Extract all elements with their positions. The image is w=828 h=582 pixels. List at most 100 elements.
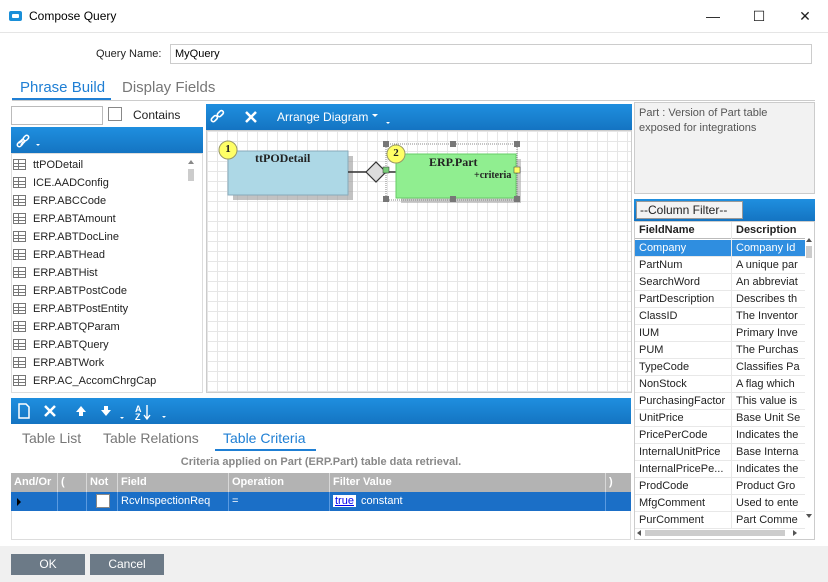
tab-display-fields[interactable]: Display Fields xyxy=(122,79,215,96)
fields-grid-row[interactable]: InternalPricePe... Indicates the xyxy=(635,461,805,478)
arrange-diagram-menu[interactable]: Arrange Diagram xyxy=(277,110,368,124)
minimize-button[interactable]: — xyxy=(690,0,736,32)
table-icon xyxy=(13,285,26,296)
fields-grid-row[interactable]: PartDescription Describes th xyxy=(635,291,805,308)
fields-grid-row[interactable]: ClassID The Inventor xyxy=(635,308,805,325)
app-icon xyxy=(9,11,22,21)
fields-grid-row[interactable]: MfgComment Used to ente xyxy=(635,495,805,512)
contains-checkbox[interactable] xyxy=(108,107,122,121)
not-checkbox[interactable] xyxy=(96,494,110,508)
fields-grid-row[interactable]: NonStock A flag which xyxy=(635,376,805,393)
table-list-item[interactable]: ERP.AC_AccomChrgCap xyxy=(13,372,188,390)
tab-phrase-build[interactable]: Phrase Build xyxy=(20,79,105,96)
arrow-up-icon[interactable] xyxy=(75,405,87,417)
maximize-button[interactable]: ☐ xyxy=(736,0,782,32)
col-field[interactable]: Field xyxy=(118,473,229,492)
criteria-toolbar: A Z xyxy=(11,398,631,424)
query-name-input[interactable] xyxy=(170,44,812,64)
table-list-item[interactable]: ICE.AADConfig xyxy=(13,174,188,192)
criteria-caption: Criteria applied on Part (ERP.Part) tabl… xyxy=(180,456,462,468)
row-pointer-icon xyxy=(17,498,21,506)
fields-grid-row[interactable]: UnitPrice Base Unit Se xyxy=(635,410,805,427)
svg-text:Z: Z xyxy=(135,412,141,422)
table-list-item[interactable]: ttPODetail xyxy=(13,156,188,174)
window-title: Compose Query xyxy=(29,9,117,23)
table-icon xyxy=(13,177,26,188)
cell-not[interactable] xyxy=(87,492,118,511)
delete-icon[interactable] xyxy=(43,404,57,418)
fields-grid-hscrollbar[interactable] xyxy=(635,526,815,540)
col-operation[interactable]: Operation xyxy=(229,473,330,492)
active-tab-indicator xyxy=(215,449,316,451)
fields-grid-header: FieldName Description xyxy=(635,222,805,239)
fields-grid-row[interactable]: InternalUnitPrice Base Interna xyxy=(635,444,805,461)
sort-icon[interactable]: A Z xyxy=(135,402,171,422)
table-icon xyxy=(13,321,26,332)
fields-grid-row[interactable]: PurchasingFactor This value is xyxy=(635,393,805,410)
tab-table-criteria[interactable]: Table Criteria xyxy=(223,430,305,446)
table-list-item[interactable]: ERP.ABCCode xyxy=(13,192,188,210)
fields-grid-row[interactable]: PartNum A unique par xyxy=(635,257,805,274)
criteria-grid-body xyxy=(11,511,631,540)
fields-grid-row[interactable]: TypeCode Classifies Pa xyxy=(635,359,805,376)
table-list-item[interactable]: ERP.ABTHead xyxy=(13,246,188,264)
fields-grid-row[interactable]: ProdCode Product Gro xyxy=(635,478,805,495)
filter-value-type: constant xyxy=(361,495,403,507)
col-filter-value[interactable]: Filter Value xyxy=(330,473,606,492)
cell-operation[interactable]: = xyxy=(229,492,330,511)
table-list-item[interactable]: ERP.ABTAmount xyxy=(13,210,188,228)
column-filter-dropdown[interactable]: --Column Filter-- xyxy=(636,201,743,219)
col-rparen[interactable]: ) xyxy=(606,473,631,492)
table-list-item[interactable]: ERP.ABTPostCode xyxy=(13,282,188,300)
tab-table-list[interactable]: Table List xyxy=(22,430,81,446)
col-andor[interactable]: And/Or xyxy=(11,473,58,492)
cell-filter-value[interactable]: true constant xyxy=(330,492,606,511)
delete-icon[interactable] xyxy=(244,110,258,124)
table-icon xyxy=(13,195,26,206)
table-list-item[interactable]: ERP.ABTPostEntity xyxy=(13,300,188,318)
arrow-down-icon[interactable] xyxy=(100,405,124,421)
col-not[interactable]: Not xyxy=(87,473,118,492)
table-icon xyxy=(13,159,26,170)
table-icon xyxy=(13,231,26,242)
cell-rparen[interactable] xyxy=(606,492,631,511)
table-list-item[interactable]: ERP.ABTWork xyxy=(13,354,188,372)
contains-label: Contains xyxy=(133,108,181,122)
cell-lparen[interactable] xyxy=(58,492,87,511)
ok-button[interactable]: OK xyxy=(11,554,85,575)
tab-table-relations[interactable]: Table Relations xyxy=(103,430,199,446)
link-icon[interactable] xyxy=(16,133,42,149)
table-list-item[interactable]: ERP.ABTQParam xyxy=(13,318,188,336)
table-icon xyxy=(13,249,26,260)
new-icon[interactable] xyxy=(17,403,31,419)
cancel-button[interactable]: Cancel xyxy=(90,554,164,575)
node-erp-part[interactable]: ERP.Part xyxy=(429,155,478,170)
fields-grid-row[interactable]: IUM Primary Inve xyxy=(635,325,805,342)
query-diagram-canvas[interactable]: 1 ttPODetail 2 ERP.Part +criteria xyxy=(206,130,632,393)
node-number-1: 1 xyxy=(225,143,231,155)
filter-value-link[interactable]: true xyxy=(333,495,356,507)
cell-field[interactable]: RcvInspectionReq xyxy=(118,492,229,511)
chevron-down-icon[interactable] xyxy=(372,114,392,128)
table-icon xyxy=(13,213,26,224)
table-list-scrollbar[interactable] xyxy=(186,156,196,388)
diagram-toolbar: Arrange Diagram xyxy=(206,104,632,130)
node-criteria-label[interactable]: +criteria xyxy=(474,170,511,181)
link-icon[interactable] xyxy=(210,109,226,125)
table-list-item[interactable]: ERP.ABTHist xyxy=(13,264,188,282)
title-bar: Compose Query — ☐ ✕ xyxy=(0,0,828,33)
fields-grid-row[interactable]: Company Company Id xyxy=(635,240,805,257)
fields-grid-row[interactable]: PricePerCode Indicates the xyxy=(635,427,805,444)
close-button[interactable]: ✕ xyxy=(782,0,828,32)
table-list-item[interactable]: ERP.ABTDocLine xyxy=(13,228,188,246)
table-icon xyxy=(13,267,26,278)
criteria-row[interactable]: RcvInspectionReq = true constant xyxy=(11,492,631,511)
node-ttpodetail[interactable]: ttPODetail xyxy=(255,151,310,166)
row-selector[interactable] xyxy=(11,492,58,511)
table-search-input[interactable] xyxy=(11,106,103,125)
fields-grid-scrollbar[interactable] xyxy=(804,232,814,538)
col-lparen[interactable]: ( xyxy=(58,473,87,492)
fields-grid-row[interactable]: PUM The Purchas xyxy=(635,342,805,359)
table-list-item[interactable]: ERP.ABTQuery xyxy=(13,336,188,354)
fields-grid-row[interactable]: SearchWord An abbreviat xyxy=(635,274,805,291)
